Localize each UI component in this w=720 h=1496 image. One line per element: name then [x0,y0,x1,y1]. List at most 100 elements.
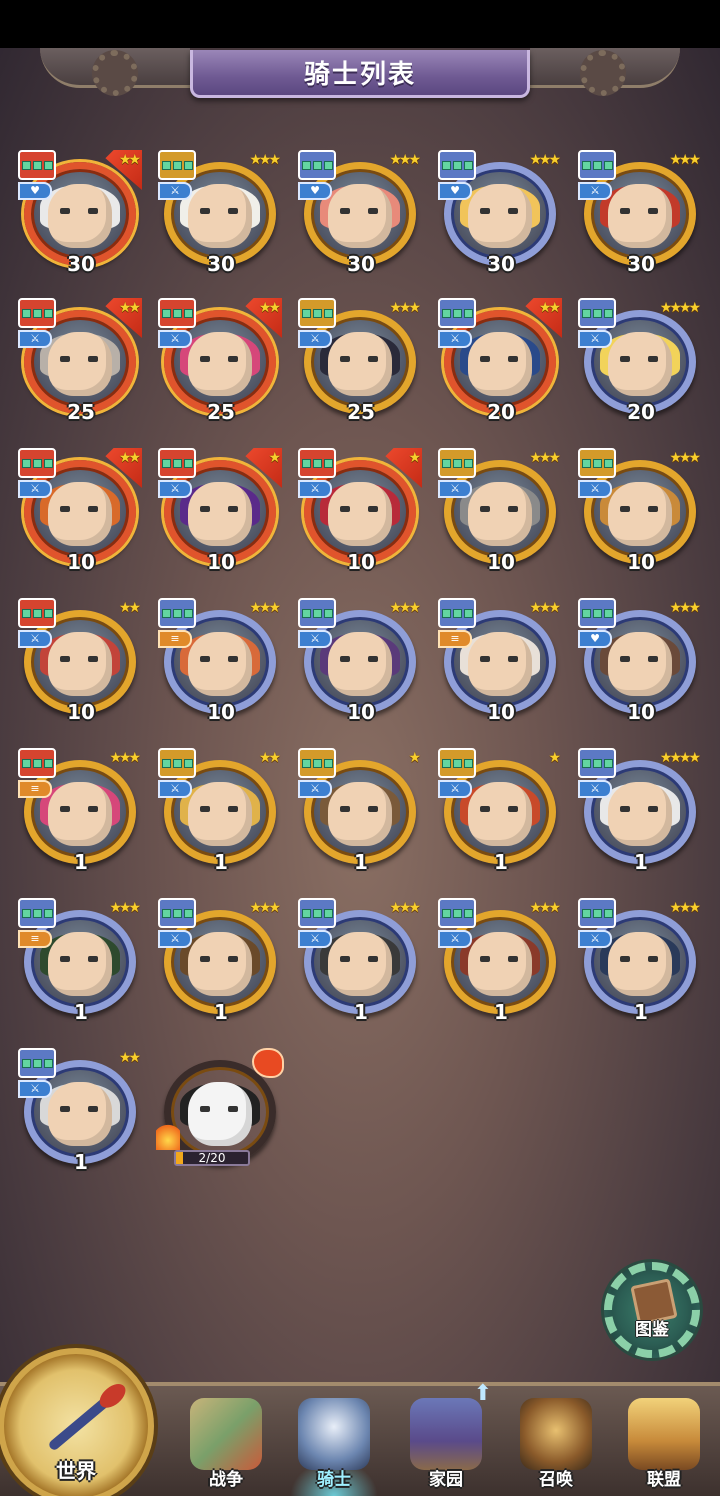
nav-battle-label: 战争 [209,1470,243,1490]
hero-level: 1 [354,1000,368,1024]
class-badge-icon [18,748,56,778]
hero-card[interactable]: ★★ ⚔ 10 [18,448,144,576]
hero-card[interactable]: ★★★ ≡ 1 [18,898,144,1026]
hero-card[interactable]: ★★★ ≡ 10 [158,598,284,726]
hero-card[interactable]: ★★★ ≡ 10 [438,598,564,726]
map-icon [190,1398,262,1470]
hero-card[interactable]: ★★★ ⚔ 10 [298,598,424,726]
class-badge-icon [18,150,56,180]
sword-icon: ⚔ [298,480,332,498]
class-badge-icon [438,748,476,778]
codex-button[interactable]: 图鉴 [604,1262,700,1358]
sword-icon: ⚔ [18,330,52,348]
hero-card[interactable]: ★ ⚔ 1 [438,748,564,876]
hero-level: 10 [347,550,375,574]
star-rating: ★★★ [529,900,561,916]
star-rating: ★★ [118,152,141,168]
star-rating: ★★★ [669,450,701,466]
hero-card[interactable]: ★★★ ⚔ 10 [438,448,564,576]
class-badge-icon [298,448,336,478]
hero-card[interactable]: ★★★ ♥ 10 [578,598,704,726]
hero-level: 1 [634,850,648,874]
sword-icon: ⚔ [578,780,612,798]
class-badge-icon [578,298,616,328]
sword-icon: ⚔ [18,1080,52,1098]
class-badge-icon [578,448,616,478]
hero-level: 30 [347,252,375,276]
hero-level: 30 [487,252,515,276]
hero-level: 10 [487,550,515,574]
hero-level: 20 [627,400,655,424]
nav-knights-label: 骑士 [317,1470,351,1490]
nav-summon-button[interactable]: 召唤 [506,1392,606,1496]
class-badge-icon [18,1048,56,1078]
hero-level: 10 [487,700,515,724]
class-badge-icon [298,748,336,778]
hero-level: 25 [347,400,375,424]
hero-card[interactable]: ★★ ⚔ 1 [18,1048,144,1176]
class-badge-icon [578,748,616,778]
hero-card[interactable]: ★★★ ♥ 30 [298,150,424,278]
hero-level: 10 [347,700,375,724]
star-rating: ★★★ [389,600,421,616]
hero-card[interactable]: ★★★ ♥ 30 [438,150,564,278]
hero-shard-card[interactable]: 2/20 [156,1048,284,1176]
bars-icon: ≡ [438,630,472,648]
sword-icon: ⚔ [298,930,332,948]
class-badge-icon [158,150,196,180]
hero-card[interactable]: ★★★ ⚔ 1 [298,898,424,1026]
bars-icon: ≡ [18,780,52,798]
hero-card[interactable]: ★★ ⚔ 25 [158,298,284,426]
hero-card[interactable]: ★ ⚔ 1 [298,748,424,876]
heart-icon: ♥ [578,630,612,648]
nav-home-label: 家园 [429,1470,463,1490]
sword-icon: ⚔ [578,930,612,948]
hero-card[interactable]: ★★ ⚔ 1 [158,748,284,876]
nav-home-button[interactable]: 家园 [396,1392,496,1496]
nav-battle-button[interactable]: 战争 [176,1392,276,1496]
sword-icon: ⚔ [438,780,472,798]
hero-card[interactable]: ★ ⚔ 10 [298,448,424,576]
hero-card[interactable]: ★★★ ⚔ 25 [298,298,424,426]
hero-level: 1 [494,1000,508,1024]
star-rating: ★★★ [249,900,281,916]
sword-icon: ⚔ [158,182,192,200]
hero-card[interactable]: ★★★★ ⚔ 20 [578,298,704,426]
hero-card[interactable]: ★★★ ⚔ 1 [578,898,704,1026]
hero-card[interactable]: ★★★ ⚔ 10 [578,448,704,576]
star-rating: ★★ [118,600,141,616]
sword-icon: ⚔ [158,330,192,348]
hero-card[interactable]: ★★ ⚔ 20 [438,298,564,426]
nav-knights-button[interactable]: 骑士 [284,1392,384,1496]
heart-icon: ♥ [438,182,472,200]
star-rating: ★★ [118,1050,141,1066]
sword-icon: ⚔ [438,930,472,948]
hero-portrait [164,1060,276,1164]
hero-card[interactable]: ★★★ ≡ 1 [18,748,144,876]
hero-card[interactable]: ★★ ♥ 30 [18,150,144,278]
hero-card[interactable]: ★★★ ⚔ 30 [578,150,704,278]
class-badge-icon [578,150,616,180]
heart-icon: ♥ [18,182,52,200]
nav-world-button[interactable]: 世界 [0,1348,154,1496]
hero-card[interactable]: ★★★ ⚔ 1 [438,898,564,1026]
hero-card[interactable]: ★★★ ⚔ 30 [158,150,284,278]
sword-icon: ⚔ [578,330,612,348]
hero-card[interactable]: ★ ⚔ 10 [158,448,284,576]
class-badge-icon [298,298,336,328]
knight-icon [298,1398,370,1470]
hero-card[interactable]: ★★★ ⚔ 1 [158,898,284,1026]
hero-card[interactable]: ★★ ⚔ 10 [18,598,144,726]
star-rating: ★★ [258,750,281,766]
nav-alliance-button[interactable]: 联盟 [614,1392,714,1496]
hero-card[interactable]: ★★ ⚔ 25 [18,298,144,426]
class-badge-icon [158,598,196,628]
star-rating: ★★★ [109,900,141,916]
sword-icon: ⚔ [298,630,332,648]
heart-icon: ♥ [298,182,332,200]
star-rating: ★★★ [109,750,141,766]
star-rating: ★★★ [669,152,701,168]
class-badge-icon [18,448,56,478]
class-badge-icon [438,598,476,628]
hero-card[interactable]: ★★★★ ⚔ 1 [578,748,704,876]
